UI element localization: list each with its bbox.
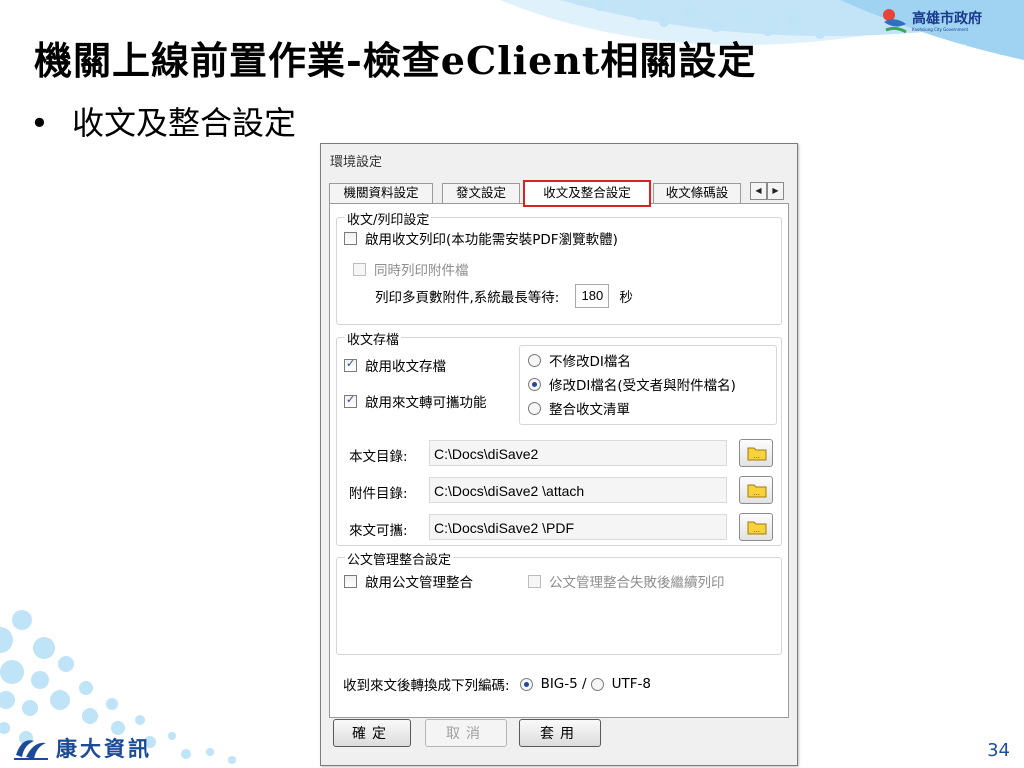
company-name: 康大資訊 bbox=[56, 737, 152, 761]
encoding-utf8-label: UTF-8 bbox=[611, 676, 651, 692]
portable-dir-browse-button[interactable]: … bbox=[739, 513, 773, 541]
body-dir-browse-button[interactable]: … bbox=[739, 439, 773, 467]
radio-no-rename-button[interactable] bbox=[528, 353, 541, 367]
apply-button[interactable]: 套用 bbox=[519, 719, 601, 747]
continue-print-option[interactable]: 公文管理整合失敗後繼續列印 bbox=[528, 571, 725, 591]
print-attachments-option[interactable]: 同時列印附件檔 bbox=[353, 259, 469, 279]
print-wait-label: 列印多頁數附件,系統最長等待: bbox=[375, 290, 560, 306]
print-settings-group: 收文/列印設定 啟用收文列印(本功能需安裝PDF瀏覽軟體) 同時列印附件檔 列印… bbox=[336, 209, 782, 325]
print-wait-input[interactable]: 180 bbox=[575, 284, 610, 308]
radio-integrate-list[interactable]: 整合收文清單 bbox=[528, 398, 630, 418]
radio-integrate-list-label: 整合收文清單 bbox=[549, 402, 630, 418]
tab-scroll-right-icon[interactable]: ▶ bbox=[767, 182, 784, 200]
svg-text:…: … bbox=[753, 452, 760, 460]
tab-panel: 收文/列印設定 啟用收文列印(本功能需安裝PDF瀏覽軟體) 同時列印附件檔 列印… bbox=[329, 203, 789, 718]
enable-integration-label: 啟用公文管理整合 bbox=[365, 575, 473, 591]
tab-dispatch-settings[interactable]: 發文設定 bbox=[442, 183, 520, 203]
print-attachments-label: 同時列印附件檔 bbox=[374, 263, 469, 279]
enable-print-checkbox[interactable] bbox=[344, 231, 357, 245]
slide-title: 機關上線前置作業-檢查eClient相關設定 bbox=[34, 38, 757, 83]
radio-rename[interactable]: 修改DI檔名(受文者與附件檔名) bbox=[528, 374, 736, 394]
filename-mode-group: 不修改DI檔名 修改DI檔名(受文者與附件檔名) 整合收文清單 bbox=[519, 345, 777, 425]
bullet-text: 收文及整合設定 bbox=[72, 104, 297, 142]
archive-group: 收文存檔 啟用收文存檔 啟用來文轉可攜功能 不修改DI檔名 修改DI檔名(受文者… bbox=[336, 329, 782, 546]
cancel-button[interactable]: 取消 bbox=[425, 719, 507, 747]
encoding-utf8-radio[interactable] bbox=[590, 677, 604, 691]
government-logo-icon bbox=[883, 9, 907, 34]
continue-print-label: 公文管理整合失敗後繼續列印 bbox=[549, 575, 725, 591]
tab-bar: 機關資料設定 發文設定 收文及整合設定 收文條碼設 ◀ ▶ bbox=[329, 180, 789, 207]
bullet-dot-icon: • bbox=[30, 104, 49, 142]
archive-legend: 收文存檔 bbox=[345, 329, 402, 348]
tab-scroll-left-icon[interactable]: ◀ bbox=[750, 182, 767, 200]
radio-rename-label: 修改DI檔名(受文者與附件檔名) bbox=[549, 378, 736, 394]
enable-portable-option[interactable]: 啟用來文轉可攜功能 bbox=[344, 391, 487, 411]
integration-group: 公文管理整合設定 啟用公文管理整合 公文管理整合失敗後繼續列印 bbox=[336, 549, 782, 655]
portable-dir-input[interactable]: C:\Docs\diSave2 \PDF bbox=[429, 514, 727, 540]
folder-icon: … bbox=[747, 447, 767, 461]
settings-dialog: 環境設定 機關資料設定 發文設定 收文及整合設定 收文條碼設 ◀ ▶ 收文/列印… bbox=[320, 143, 798, 766]
print-wait-unit: 秒 bbox=[619, 290, 633, 306]
folder-icon: … bbox=[747, 484, 767, 498]
enable-archive-label: 啟用收文存檔 bbox=[365, 359, 446, 375]
tab-receipt-barcode[interactable]: 收文條碼設 bbox=[653, 183, 741, 203]
attach-dir-browse-button[interactable]: … bbox=[739, 476, 773, 504]
enable-portable-checkbox[interactable] bbox=[344, 393, 357, 408]
radio-no-rename[interactable]: 不修改DI檔名 bbox=[528, 350, 631, 370]
integration-legend: 公文管理整合設定 bbox=[345, 549, 454, 568]
enable-print-label: 啟用收文列印(本功能需安裝PDF瀏覽軟體) bbox=[365, 232, 618, 248]
attach-dir-label: 附件目錄: bbox=[349, 486, 408, 502]
enable-archive-checkbox[interactable] bbox=[344, 357, 357, 372]
enable-archive-option[interactable]: 啟用收文存檔 bbox=[344, 355, 446, 375]
body-dir-input[interactable]: C:\Docs\diSave2 bbox=[429, 440, 727, 466]
continue-print-checkbox[interactable] bbox=[528, 574, 541, 588]
body-dir-label: 本文目錄: bbox=[349, 449, 408, 465]
system-name: 代 整合系統 bbox=[900, 45, 970, 60]
encoding-big5-label: BIG-5 / bbox=[540, 676, 587, 692]
dialog-title: 環境設定 bbox=[330, 155, 383, 170]
print-wait-row: 列印多頁數附件,系統最長等待: 180 秒 bbox=[375, 284, 633, 308]
portable-dir-label: 來文可攜: bbox=[349, 523, 408, 539]
svg-text:…: … bbox=[753, 489, 760, 497]
encoding-row: 收到來文後轉換成下列編碼: BIG-5 / UTF-8 bbox=[343, 674, 651, 694]
svg-text:…: … bbox=[753, 526, 760, 534]
radio-rename-button[interactable] bbox=[528, 377, 541, 391]
radio-integrate-list-button[interactable] bbox=[528, 401, 541, 415]
page-number: 34 bbox=[987, 740, 1010, 761]
folder-icon: … bbox=[747, 521, 767, 535]
ok-button[interactable]: 確定 bbox=[333, 719, 411, 747]
encoding-label: 收到來文後轉換成下列編碼: bbox=[343, 678, 510, 694]
print-settings-legend: 收文/列印設定 bbox=[345, 209, 432, 228]
enable-integration-option[interactable]: 啟用公文管理整合 bbox=[344, 571, 473, 591]
enable-integration-checkbox[interactable] bbox=[344, 574, 357, 588]
enable-portable-label: 啟用來文轉可攜功能 bbox=[365, 395, 487, 411]
tab-receipt-integration[interactable]: 收文及整合設定 bbox=[523, 180, 651, 207]
radio-no-rename-label: 不修改DI檔名 bbox=[549, 354, 631, 370]
encoding-big5-radio[interactable] bbox=[519, 677, 533, 691]
government-english-name: Kaohsiung City Government bbox=[912, 27, 969, 32]
government-name: 高雄市政府 bbox=[912, 11, 982, 27]
government-logo: 高雄市政府 Kaohsiung City Government 代 整合系統 bbox=[880, 6, 1020, 62]
print-attachments-checkbox[interactable] bbox=[353, 262, 366, 276]
bullet-item: • 收文及整合設定 bbox=[30, 98, 296, 144]
tab-agency-data[interactable]: 機關資料設定 bbox=[329, 183, 433, 203]
company-logo-icon bbox=[14, 740, 48, 760]
attach-dir-input[interactable]: C:\Docs\diSave2 \attach bbox=[429, 477, 727, 503]
enable-print-option[interactable]: 啟用收文列印(本功能需安裝PDF瀏覽軟體) bbox=[344, 228, 618, 248]
